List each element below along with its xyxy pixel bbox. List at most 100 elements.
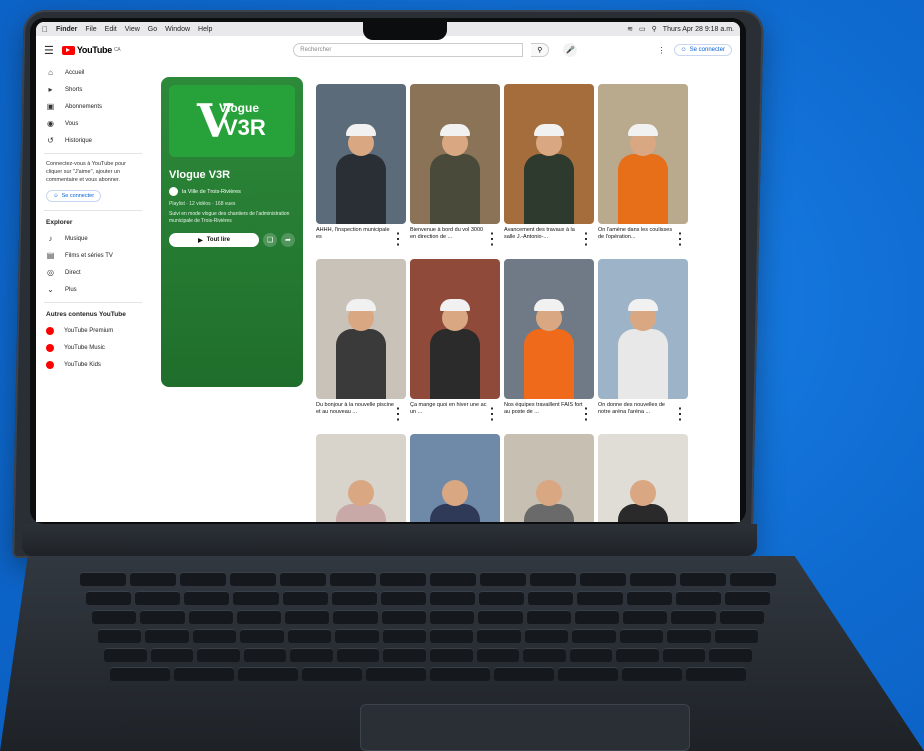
- keyboard-key: [430, 610, 475, 624]
- divider: [44, 153, 142, 154]
- more-options-icon[interactable]: ⋮: [672, 404, 688, 424]
- signin-button[interactable]: ☺ Se connecter: [673, 44, 732, 56]
- keyboard-key: [282, 591, 328, 605]
- more-options-icon[interactable]: ⋮: [484, 404, 500, 424]
- play-all-button[interactable]: ▶ Tout lire: [169, 233, 259, 247]
- keyboard-key: [331, 591, 377, 605]
- wifi-icon[interactable]: ≋: [627, 25, 633, 33]
- person-body: [618, 504, 668, 522]
- battery-icon[interactable]: ▭: [639, 25, 646, 33]
- menu-edit[interactable]: Edit: [105, 26, 117, 33]
- sidebar: ⌂ Accueil ▸ Shorts ▣ Abonnements ◉ Vous …: [36, 64, 148, 373]
- hard-hat: [534, 124, 564, 136]
- search-icon[interactable]: ⚲: [531, 43, 550, 57]
- keyboard-key: [104, 648, 147, 662]
- share-icon[interactable]: ➦: [281, 233, 295, 247]
- menu-go[interactable]: Go: [148, 26, 157, 33]
- video-card[interactable]: On donne des nouvelles de notre aréna l'…: [598, 259, 688, 423]
- keyboard-key: [530, 572, 576, 586]
- keyboard-key: [233, 591, 279, 605]
- sidebar-item-label: YouTube Music: [64, 344, 105, 351]
- menu-icon[interactable]: ☰: [44, 44, 54, 57]
- video-card[interactable]: Ça mange quoi en hiver une ac un ... ⋮: [410, 259, 500, 423]
- keyboard-key: [380, 572, 426, 586]
- sidebar-item-accueil[interactable]: ⌂ Accueil: [36, 64, 148, 81]
- search-input[interactable]: Rechercher: [293, 43, 524, 57]
- video-card[interactable]: Bienvenue à bord du vol 3000 en directio…: [410, 84, 500, 248]
- playlist-owner[interactable]: la Ville de Trois-Rivières: [169, 187, 241, 196]
- keyboard-key: [150, 648, 194, 662]
- video-card[interactable]: [410, 434, 500, 522]
- playlist-thumbnail[interactable]: V Vlogue V3R: [169, 85, 295, 157]
- sidebar-item-direct[interactable]: ◎ Direct: [36, 264, 148, 281]
- video-card[interactable]: Du bonjour à la nouvelle piscine et au n…: [316, 259, 406, 423]
- keyboard-key: [336, 648, 380, 662]
- keyboard-key: [366, 667, 426, 681]
- sidebar-item-kids[interactable]: YouTube Kids: [36, 356, 148, 373]
- keyboard-key: [92, 610, 137, 624]
- sidebar-item-musique[interactable]: ♪ Musique: [36, 230, 148, 247]
- more-options-icon[interactable]: ⋮: [578, 229, 594, 249]
- sidebar-item-vous[interactable]: ◉ Vous: [36, 115, 148, 132]
- sidebar-item-plus[interactable]: ⌄ Plus: [36, 281, 148, 298]
- keyboard: [80, 572, 850, 692]
- mic-icon[interactable]: 🎤: [563, 43, 578, 57]
- keyboard-key: [730, 572, 776, 586]
- video-thumbnail[interactable]: [410, 434, 500, 522]
- keyboard-key: [330, 572, 376, 586]
- video-thumbnail[interactable]: [504, 434, 594, 522]
- live-icon: ◎: [47, 268, 54, 277]
- menu-file[interactable]: File: [85, 26, 96, 33]
- video-thumbnail[interactable]: [410, 84, 500, 224]
- sidebar-item-abonnements[interactable]: ▣ Abonnements: [36, 98, 148, 115]
- person-body: [524, 154, 574, 224]
- logo-v3r-text: V3R: [223, 115, 266, 140]
- video-thumbnail[interactable]: [316, 259, 406, 399]
- keyboard-key: [188, 610, 233, 624]
- sidebar-item-shorts[interactable]: ▸ Shorts: [36, 81, 148, 98]
- sidebar-item-music[interactable]: YouTube Music: [36, 339, 148, 356]
- more-options-icon[interactable]: ⋮: [578, 404, 594, 424]
- play-icon: ▶: [198, 237, 203, 244]
- menu-window[interactable]: Window: [165, 26, 190, 33]
- menu-finder[interactable]: Finder: [56, 26, 77, 33]
- sidebar-signin-button[interactable]: ☺ Se connecter: [46, 190, 102, 202]
- spotlight-icon[interactable]: ⚲: [652, 25, 657, 33]
- more-options-icon[interactable]: ⋮: [484, 229, 500, 249]
- home-icon: ⌂: [48, 68, 53, 77]
- person-head: [442, 480, 468, 506]
- keyboard-key: [382, 629, 426, 643]
- keyboard-key: [243, 648, 287, 662]
- menu-view[interactable]: View: [125, 26, 140, 33]
- video-card[interactable]: [504, 434, 594, 522]
- signin-prompt: Connectez-vous à YouTube pour cliquer su…: [46, 161, 126, 183]
- menubar-clock[interactable]: Thurs Apr 28 9:18 a.m.: [663, 26, 734, 33]
- video-thumbnail[interactable]: [598, 434, 688, 522]
- sidebar-item-historique[interactable]: ↺ Historique: [36, 132, 148, 149]
- menu-help[interactable]: Help: [198, 26, 212, 33]
- video-thumbnail[interactable]: [598, 84, 688, 224]
- video-thumbnail[interactable]: [504, 84, 594, 224]
- video-card[interactable]: Avancement des travaux à la salle J.-Ant…: [504, 84, 594, 248]
- apple-icon[interactable]: : [42, 25, 48, 34]
- video-thumbnail[interactable]: [410, 259, 500, 399]
- save-playlist-icon[interactable]: ❏: [263, 233, 277, 247]
- sidebar-item-label: Vous: [65, 120, 79, 127]
- video-card[interactable]: AHHH, l'inspection municipale es ⋮: [316, 84, 406, 248]
- more-options-icon[interactable]: ⋮: [672, 229, 688, 249]
- youtube-logo[interactable]: YouTube CA: [61, 45, 121, 55]
- video-card[interactable]: Nos équipes travaillent FAIS fort au pos…: [504, 259, 594, 423]
- more-options-icon[interactable]: ⋮: [658, 46, 666, 55]
- sidebar-item-premium[interactable]: YouTube Premium: [36, 322, 148, 339]
- video-thumbnail[interactable]: [598, 259, 688, 399]
- video-thumbnail[interactable]: [504, 259, 594, 399]
- video-card[interactable]: [316, 434, 406, 522]
- video-thumbnail[interactable]: [316, 84, 406, 224]
- video-thumbnail[interactable]: [316, 434, 406, 522]
- sidebar-item-films[interactable]: ▤ Films et séries TV: [36, 247, 148, 264]
- more-options-icon[interactable]: ⋮: [390, 404, 406, 424]
- keyboard-key: [480, 572, 526, 586]
- video-card[interactable]: [598, 434, 688, 522]
- video-card[interactable]: On l'amène dans les coulisses de l'opéra…: [598, 84, 688, 248]
- more-options-icon[interactable]: ⋮: [390, 229, 406, 249]
